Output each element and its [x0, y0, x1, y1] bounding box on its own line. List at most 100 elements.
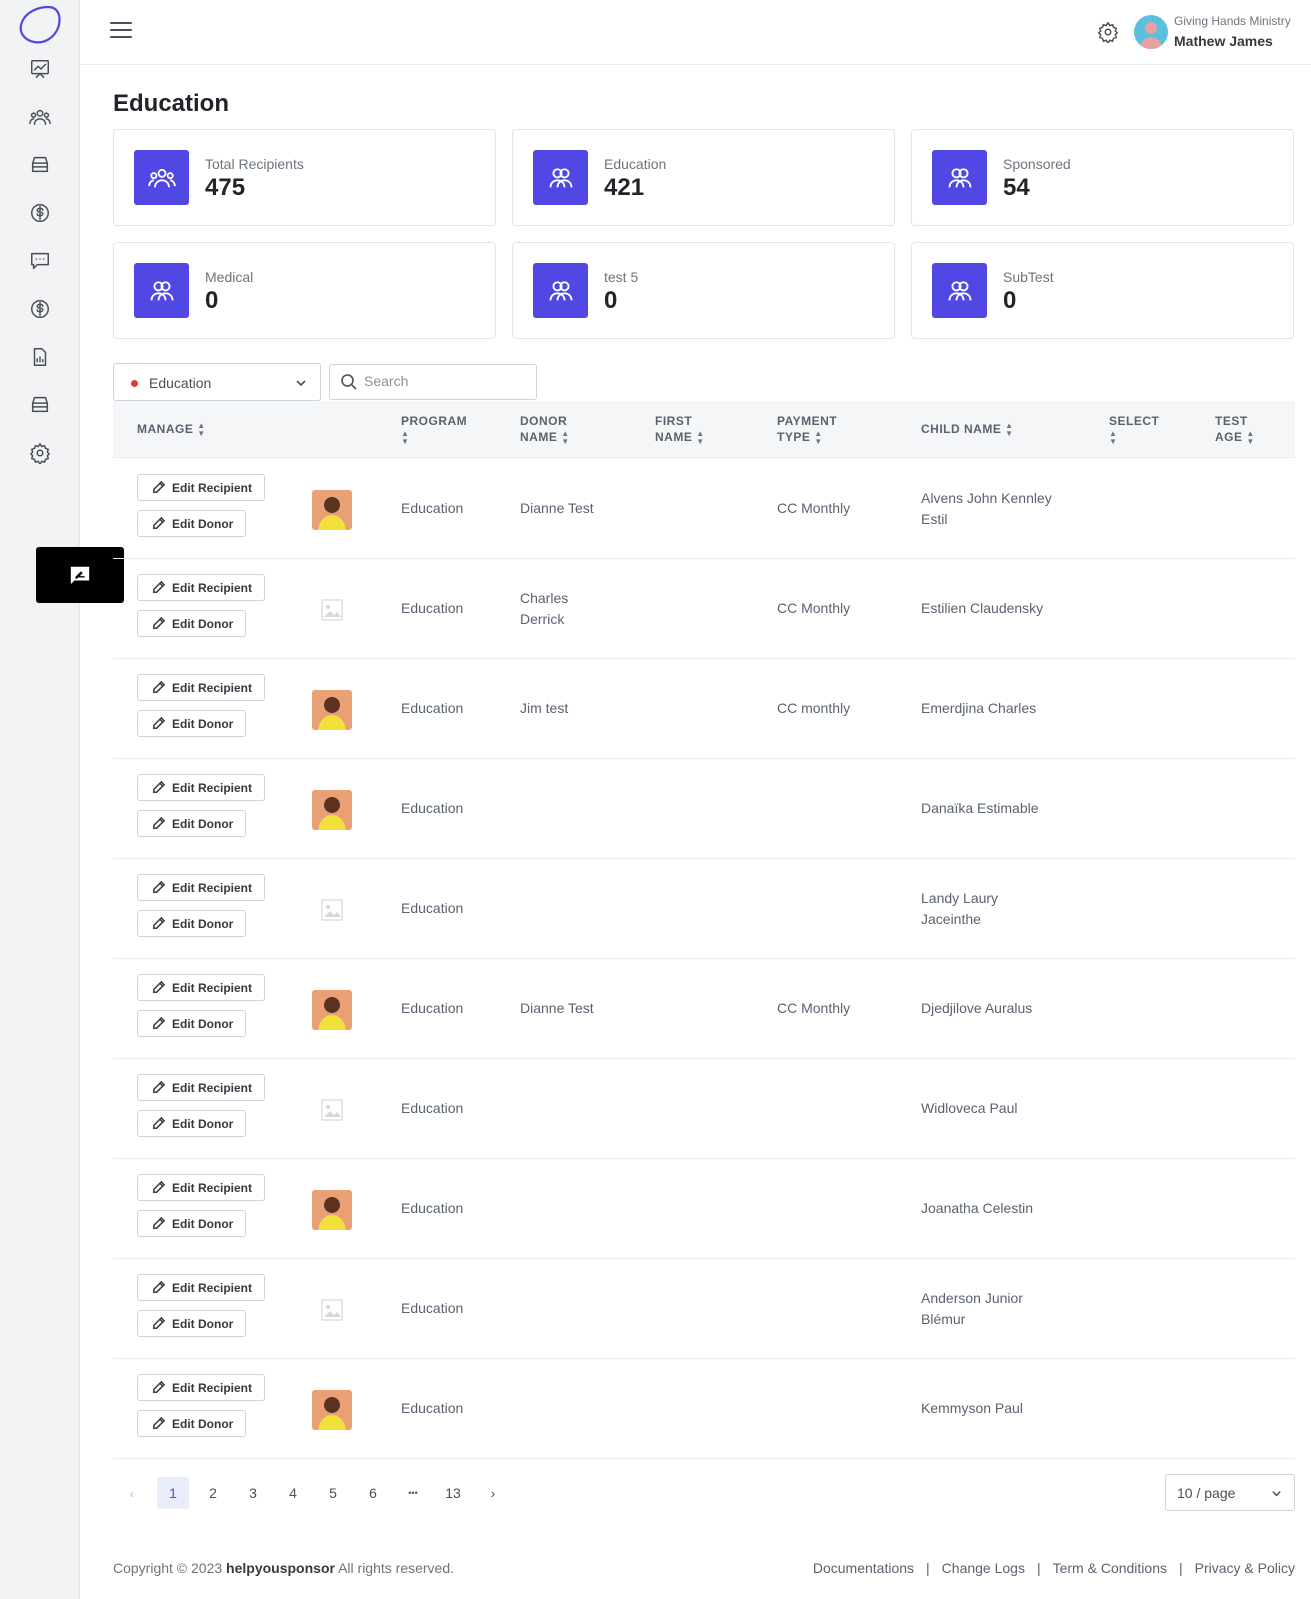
- column-header-select[interactable]: SELECT ▲ ▼: [1109, 413, 1159, 446]
- page-button[interactable]: 4: [277, 1477, 309, 1509]
- dollar-circle-icon[interactable]: [28, 297, 52, 321]
- chat-edit-icon: [70, 566, 90, 585]
- column-header-child-name[interactable]: CHILD NAME ▲ ▼: [921, 421, 1014, 438]
- page-button[interactable]: 5: [317, 1477, 349, 1509]
- inbox-stack-icon[interactable]: [28, 393, 52, 417]
- avatar[interactable]: [1134, 15, 1168, 49]
- pencil-icon: [153, 1280, 166, 1293]
- footer-link-privacy[interactable]: Privacy & Policy: [1195, 1560, 1295, 1576]
- cell-program: Education: [401, 1200, 464, 1216]
- user-name[interactable]: Mathew James: [1174, 33, 1273, 49]
- sort-icon: ▲ ▼: [1246, 428, 1255, 446]
- pencil-icon: [153, 516, 166, 529]
- table-row: Edit Recipient Edit Donor Education Joanath…: [113, 1159, 1295, 1259]
- edit-recipient-button[interactable]: Edit Recipient: [137, 1174, 266, 1201]
- child-photo: [312, 1190, 352, 1230]
- edit-recipient-button[interactable]: Edit Recipient: [137, 1374, 266, 1401]
- edit-donor-button[interactable]: Edit Donor: [137, 1410, 247, 1437]
- button-label: Edit Donor: [172, 1016, 234, 1031]
- menu-toggle-icon[interactable]: [110, 22, 132, 40]
- cell-child-name: Alvens John Kennley Estil: [921, 490, 1052, 527]
- button-label: Edit Donor: [172, 1316, 234, 1331]
- next-page-button[interactable]: ›: [477, 1477, 509, 1509]
- chevron-down-icon: [296, 380, 306, 387]
- settings-gear-icon[interactable]: [1097, 21, 1119, 43]
- dashboard-chart-icon[interactable]: [28, 57, 52, 81]
- settings-gear-icon[interactable]: [28, 441, 52, 465]
- button-label: Edit Recipient: [172, 1080, 253, 1095]
- search-input[interactable]: [364, 373, 524, 389]
- button-label: Edit Recipient: [172, 1380, 253, 1395]
- sort-icon: ▲ ▼: [561, 428, 570, 446]
- logo[interactable]: [18, 4, 62, 44]
- edit-donor-button[interactable]: Edit Donor: [137, 610, 247, 637]
- footer-link-documentations[interactable]: Documentations: [813, 1560, 914, 1576]
- chevron-right-icon: ›: [490, 1485, 496, 1501]
- edit-donor-button[interactable]: Edit Donor: [137, 1010, 247, 1037]
- edit-recipient-button[interactable]: Edit Recipient: [137, 474, 266, 501]
- table-row: Edit Recipient Edit Donor Education Jim tes…: [113, 659, 1295, 759]
- search-box: [329, 364, 537, 400]
- column-header-manage[interactable]: MANAGE ▲ ▼: [137, 421, 206, 438]
- column-header-test-age[interactable]: TEST AGE ▲ ▼: [1215, 413, 1255, 446]
- edit-recipient-button[interactable]: Edit Recipient: [137, 874, 266, 901]
- table-row: Edit Recipient Edit Donor Education Danaïka…: [113, 759, 1295, 859]
- edit-recipient-button[interactable]: Edit Recipient: [137, 1274, 266, 1301]
- edit-recipient-button[interactable]: Edit Recipient: [137, 1074, 266, 1101]
- status-dot: [131, 380, 138, 387]
- cell-program: Education: [401, 800, 464, 816]
- page-title: Education: [113, 90, 230, 117]
- page-ellipsis[interactable]: •••: [397, 1477, 429, 1509]
- page-button[interactable]: 13: [437, 1477, 469, 1509]
- column-header-payment-type[interactable]: PAYMENT TYPE ▲ ▼: [777, 413, 837, 446]
- message-icon[interactable]: [28, 249, 52, 273]
- prev-page-button[interactable]: ‹: [116, 1477, 148, 1509]
- stat-label: Medical: [205, 269, 254, 285]
- inbox-stack-icon[interactable]: [28, 153, 52, 177]
- child-photo: [312, 490, 352, 530]
- edit-donor-button[interactable]: Edit Donor: [137, 910, 247, 937]
- cell-donor-name: Jim test: [520, 700, 569, 716]
- page-button[interactable]: 2: [197, 1477, 229, 1509]
- column-header-donor-name[interactable]: DONOR NAME ▲ ▼: [520, 413, 570, 446]
- pencil-icon: [153, 616, 166, 629]
- stat-value: 0: [1003, 287, 1017, 314]
- pencil-icon: [153, 1016, 166, 1029]
- edit-donor-button[interactable]: Edit Donor: [137, 710, 247, 737]
- program-select[interactable]: Education: [113, 363, 321, 401]
- page-size-select[interactable]: 10 / page: [1165, 1474, 1295, 1511]
- edit-donor-button[interactable]: Edit Donor: [137, 1310, 247, 1337]
- page-button[interactable]: 3: [237, 1477, 269, 1509]
- users-icon: [134, 263, 189, 318]
- page-button[interactable]: 1: [157, 1477, 189, 1509]
- edit-recipient-button[interactable]: Edit Recipient: [137, 974, 266, 1001]
- users-group-icon[interactable]: [28, 105, 52, 129]
- page-button[interactable]: 6: [357, 1477, 389, 1509]
- footer-link-terms[interactable]: Term & Conditions: [1053, 1560, 1167, 1576]
- column-header-program[interactable]: PROGRAM ▲ ▼: [401, 413, 467, 446]
- edit-donor-button[interactable]: Edit Donor: [137, 810, 247, 837]
- chevron-down-icon: [1272, 1491, 1281, 1497]
- stat-value: 475: [205, 174, 246, 201]
- edit-recipient-button[interactable]: Edit Recipient: [137, 574, 266, 601]
- edit-recipient-button[interactable]: Edit Recipient: [137, 674, 266, 701]
- stat-value: 0: [604, 287, 618, 314]
- search-icon: [341, 374, 357, 390]
- button-label: Edit Donor: [172, 616, 234, 631]
- report-document-icon[interactable]: [28, 345, 52, 369]
- button-label: Edit Recipient: [172, 1280, 253, 1295]
- table-row: Edit Recipient Edit Donor Education Dianne …: [113, 959, 1295, 1059]
- edit-donor-button[interactable]: Edit Donor: [137, 510, 247, 537]
- pencil-icon: [153, 880, 166, 893]
- dollar-circle-icon[interactable]: [28, 201, 52, 225]
- feedback-chat-button[interactable]: [36, 547, 124, 603]
- column-header-first-name[interactable]: FIRST NAME ▲ ▼: [655, 413, 705, 446]
- footer-link-change-logs[interactable]: Change Logs: [942, 1560, 1025, 1576]
- edit-donor-button[interactable]: Edit Donor: [137, 1110, 247, 1137]
- copyright: Copyright © 2023 helpyousponsor All righ…: [113, 1560, 455, 1576]
- stat-card-subtest: SubTest 0: [911, 242, 1294, 339]
- edit-recipient-button[interactable]: Edit Recipient: [137, 774, 266, 801]
- cell-payment-type: CC Monthly: [777, 1000, 851, 1016]
- button-label: Edit Donor: [172, 916, 234, 931]
- edit-donor-button[interactable]: Edit Donor: [137, 1210, 247, 1237]
